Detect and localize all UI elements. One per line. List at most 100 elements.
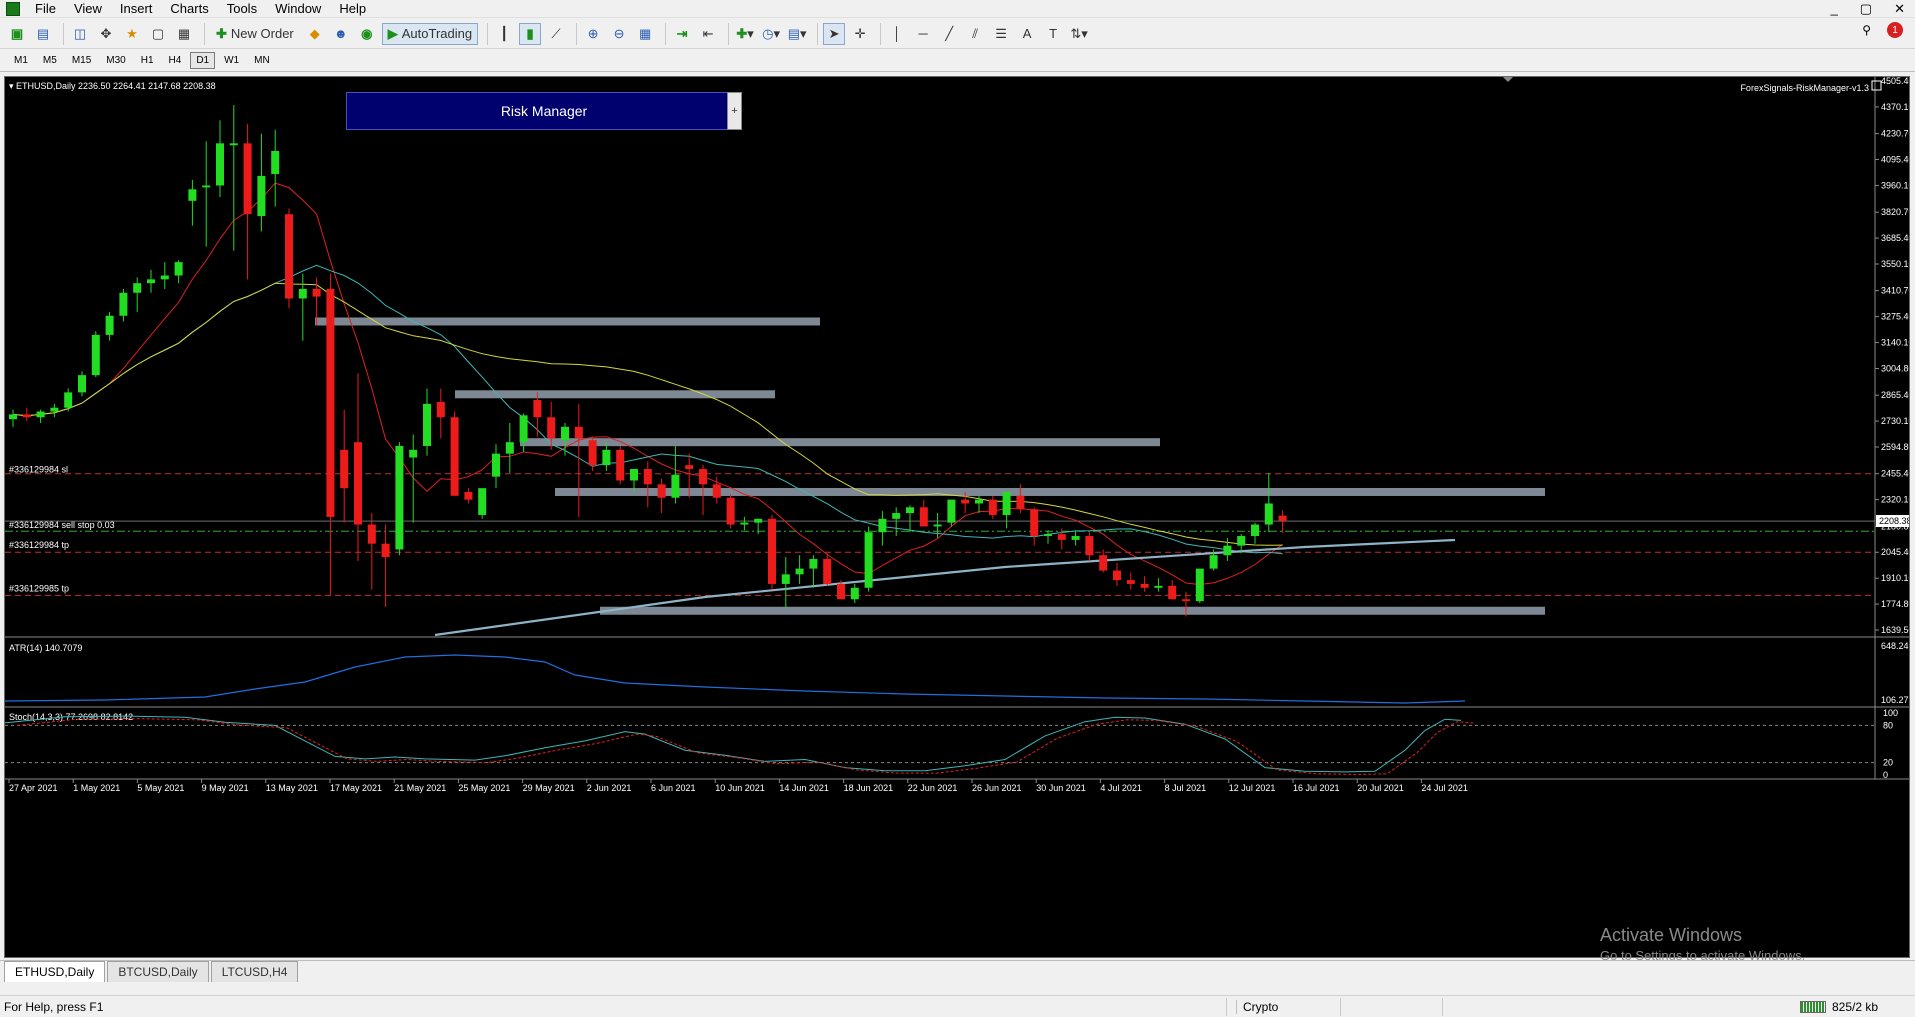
timeframe-m1[interactable]: M1 bbox=[8, 52, 34, 69]
menu-window[interactable]: Window bbox=[266, 0, 330, 18]
close-button[interactable]: ✕ bbox=[1894, 0, 1905, 18]
periods-icon[interactable]: ◷ ▾ bbox=[760, 23, 782, 45]
restore-button[interactable]: ▢ bbox=[1860, 0, 1872, 18]
profile-name: Crypto bbox=[1236, 999, 1278, 1014]
new-chart-icon[interactable]: ▣ bbox=[6, 23, 28, 45]
zoom-out-icon[interactable]: ⊖ bbox=[608, 23, 630, 45]
candle-body bbox=[188, 189, 197, 201]
date-axis-label: 4 Jul 2021 bbox=[1100, 783, 1142, 793]
candle-body bbox=[1099, 555, 1108, 571]
candle-body bbox=[64, 392, 73, 408]
order-label: #336129984 tp bbox=[9, 540, 69, 550]
menu-charts[interactable]: Charts bbox=[161, 0, 217, 18]
candle-body bbox=[671, 474, 680, 498]
timeframe-w1[interactable]: W1 bbox=[218, 52, 245, 69]
chart-window[interactable]: #336129984 sl #336129984 sell stop 0.03 #3… bbox=[4, 76, 1910, 958]
candlestick-icon[interactable]: ▮ bbox=[519, 22, 542, 45]
price-axis-label: 4095.40 bbox=[1881, 155, 1909, 165]
navigator-icon[interactable]: ★ bbox=[121, 23, 143, 45]
price-axis-label: 4505.40 bbox=[1881, 77, 1909, 86]
risk-manager-button[interactable]: Risk Manager bbox=[346, 92, 742, 130]
new-order-button[interactable]: ✚ New Order bbox=[210, 23, 300, 45]
autotrading-button[interactable]: ▶ AutoTrading bbox=[381, 22, 479, 45]
arrows-icon[interactable]: ⇅▾ bbox=[1068, 23, 1090, 45]
tab-ethusd-daily[interactable]: ETHUSD,Daily bbox=[4, 961, 106, 982]
indicators-icon[interactable]: ✚ ▾ bbox=[734, 23, 756, 45]
candle-body bbox=[1264, 503, 1273, 525]
channel-icon[interactable]: ⫽ bbox=[964, 23, 986, 45]
timeframe-h4[interactable]: H4 bbox=[163, 52, 188, 69]
candle-body bbox=[519, 415, 528, 443]
horizontal-line-icon[interactable]: ─ bbox=[912, 23, 934, 45]
timeframe-mn[interactable]: MN bbox=[248, 52, 276, 69]
candle-body bbox=[781, 574, 790, 584]
line-chart-icon[interactable]: ⟋ bbox=[545, 23, 567, 45]
crosshair-icon[interactable]: ✛ bbox=[849, 23, 871, 45]
candle-body bbox=[160, 275, 169, 280]
candle-body bbox=[1113, 570, 1121, 581]
market-watch-icon[interactable]: ◫ bbox=[69, 23, 91, 45]
candle-body bbox=[795, 568, 804, 575]
timeframe-m15[interactable]: M15 bbox=[66, 52, 97, 69]
profiles-icon[interactable]: ▤ bbox=[32, 23, 54, 45]
menu-insert[interactable]: Insert bbox=[111, 0, 162, 18]
tab-ltcusd-h4[interactable]: LTCUSD,H4 bbox=[210, 961, 299, 982]
fibonacci-icon[interactable]: ☰ bbox=[990, 23, 1012, 45]
menu-help[interactable]: Help bbox=[330, 0, 375, 18]
cursor-icon[interactable]: ➤ bbox=[823, 22, 846, 45]
text-label-icon[interactable]: T bbox=[1042, 23, 1064, 45]
metaeditor-icon[interactable]: ◆ bbox=[304, 23, 326, 45]
chart-canvas[interactable]: #336129984 sl #336129984 sell stop 0.03 #3… bbox=[5, 77, 1909, 957]
candle-body bbox=[340, 449, 349, 489]
autoscroll-icon[interactable]: ⇥ bbox=[671, 23, 693, 45]
timeframe-m5[interactable]: M5 bbox=[37, 52, 63, 69]
search-icon[interactable]: ⚲ bbox=[1862, 23, 1871, 37]
candle-body bbox=[1044, 534, 1052, 537]
stoch-axis-label: 20 bbox=[1883, 758, 1893, 768]
price-axis-label: 2730.10 bbox=[1881, 416, 1909, 426]
app-icon bbox=[6, 1, 20, 16]
candle-body bbox=[9, 414, 17, 420]
timeframe-h1[interactable]: H1 bbox=[135, 52, 160, 69]
templates-icon[interactable]: ▤ ▾ bbox=[786, 23, 808, 45]
candle-body bbox=[1002, 491, 1011, 515]
date-axis-label: 18 Jun 2021 bbox=[844, 783, 894, 793]
candle-body bbox=[988, 499, 997, 515]
menu-tools[interactable]: Tools bbox=[218, 0, 266, 18]
zoom-in-icon[interactable]: ⊕ bbox=[582, 23, 604, 45]
signals-icon[interactable]: ◉ bbox=[356, 23, 378, 45]
text-icon[interactable]: A bbox=[1016, 23, 1038, 45]
risk-manager-expand-button[interactable]: + bbox=[727, 92, 742, 130]
minimize-button[interactable]: _ bbox=[1831, 0, 1838, 18]
candle-body bbox=[174, 262, 183, 276]
tile-windows-icon[interactable]: ▦ bbox=[634, 23, 656, 45]
bar-chart-icon[interactable]: ┃ bbox=[493, 23, 515, 45]
connection-bars-icon bbox=[1800, 1000, 1826, 1013]
candle-body bbox=[602, 449, 611, 466]
timeframe-d1[interactable]: D1 bbox=[190, 52, 216, 69]
menu-file[interactable]: File bbox=[26, 0, 65, 18]
vertical-line-icon[interactable]: │ bbox=[886, 23, 908, 45]
candle-body bbox=[147, 279, 155, 284]
price-axis-label: 3410.70 bbox=[1881, 286, 1909, 296]
candle-body bbox=[1223, 545, 1232, 556]
atr-label: ATR(14) 140.7079 bbox=[9, 643, 82, 653]
menu-view[interactable]: View bbox=[65, 0, 111, 18]
candle-body bbox=[1057, 534, 1066, 540]
timeframe-m30[interactable]: M30 bbox=[100, 52, 131, 69]
terminal-icon[interactable]: ▢ bbox=[147, 23, 169, 45]
candle-body bbox=[1071, 536, 1080, 540]
trendline-icon[interactable]: ╱ bbox=[938, 23, 960, 45]
activate-windows-watermark: Activate Windows Go to Settings to activ… bbox=[1600, 925, 1806, 963]
experts-icon[interactable]: ☻ bbox=[330, 23, 352, 45]
candle-body bbox=[1182, 599, 1190, 602]
data-window-icon[interactable]: ✥ bbox=[95, 23, 117, 45]
candle-body bbox=[864, 532, 873, 588]
notification-badge[interactable]: 1 bbox=[1887, 22, 1903, 38]
tester-icon[interactable]: ▦ bbox=[173, 23, 195, 45]
candle-body bbox=[423, 403, 431, 447]
candle-body bbox=[1237, 536, 1246, 546]
tab-btcusd-daily[interactable]: BTCUSD,Daily bbox=[107, 961, 209, 982]
chart-shift-icon[interactable]: ⇤ bbox=[697, 23, 719, 45]
date-axis-label: 24 Jul 2021 bbox=[1421, 783, 1468, 793]
